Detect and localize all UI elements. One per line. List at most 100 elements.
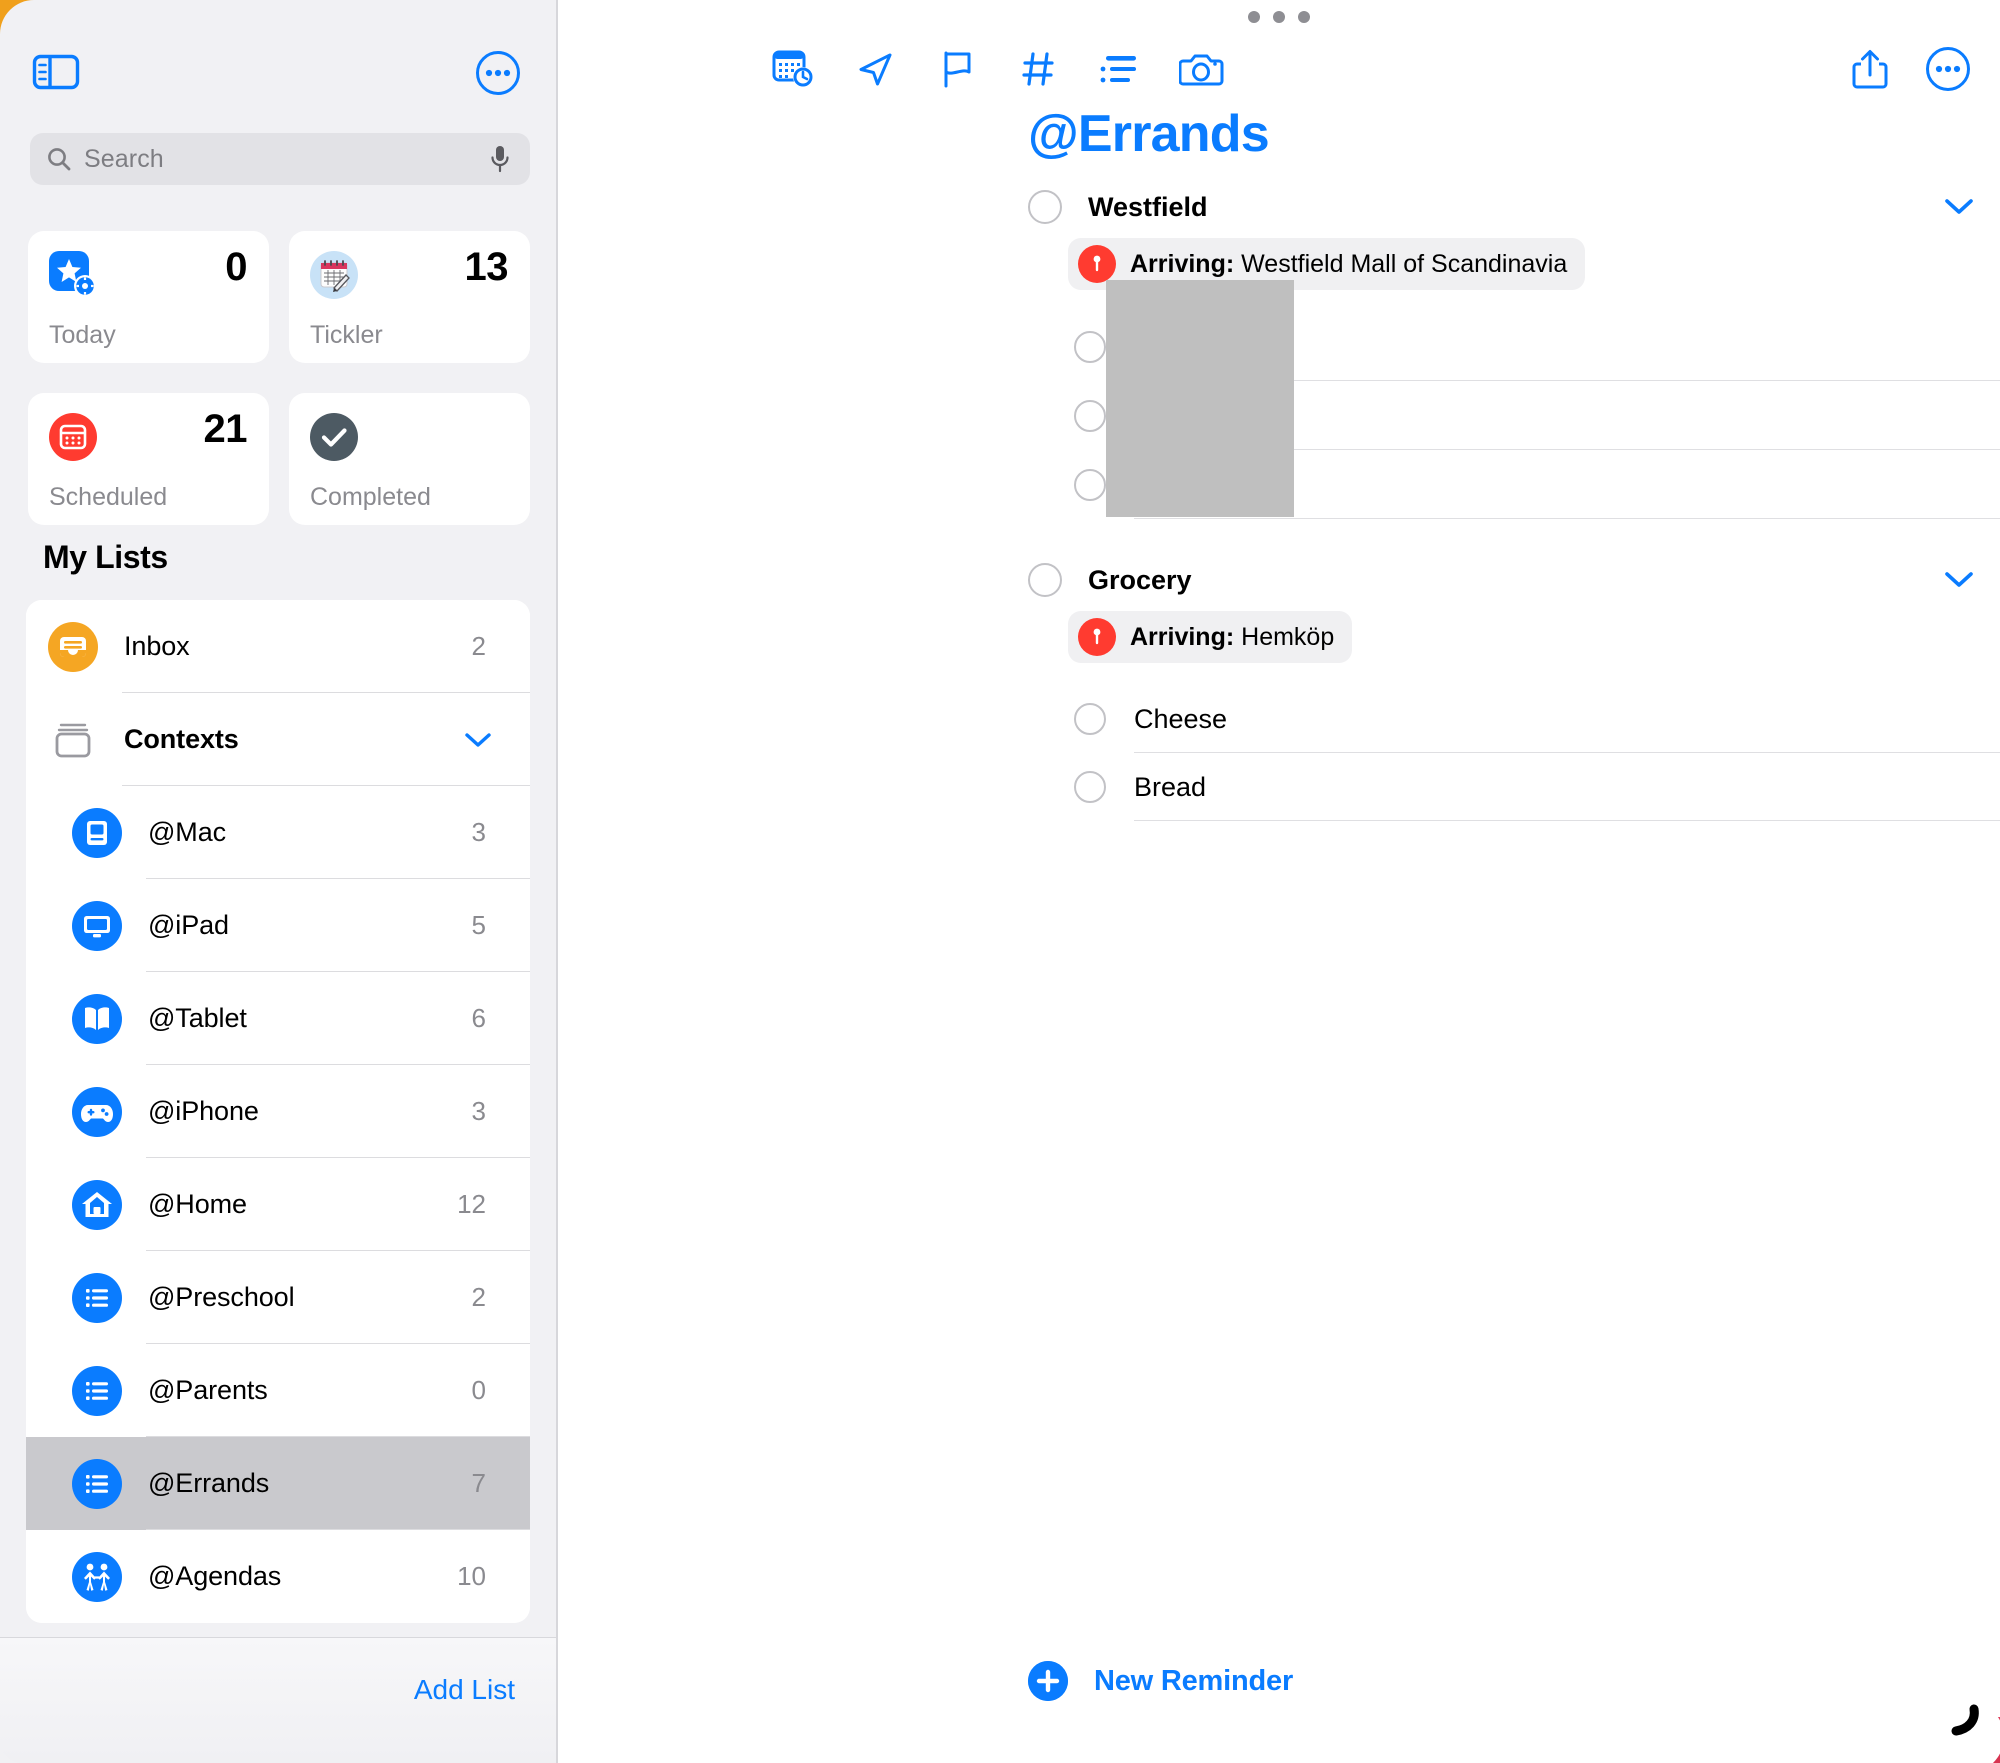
- list-bullet-icon: [72, 1458, 122, 1509]
- sidebar-list-item-count: 0: [471, 1375, 486, 1405]
- indent-list-icon[interactable]: [1094, 43, 1146, 95]
- hashtag-icon[interactable]: [1013, 43, 1065, 95]
- reminder-checkbox[interactable]: [1074, 771, 1106, 803]
- calendar-clock-icon[interactable]: [768, 43, 820, 95]
- drag-handle-dots[interactable]: [1248, 11, 1310, 23]
- reminder-group: Westfield Arriving: Westfield Mall of Sca…: [558, 176, 2000, 549]
- smart-list-label: Scheduled: [49, 483, 168, 511]
- smart-lists-grid: 0 Today 13 Tickler 21 Scheduled Complete…: [28, 231, 530, 525]
- location-reminder-text: Arriving: Westfield Mall of Scandinavia: [1130, 250, 1567, 279]
- sidebar-list-item-count: 2: [471, 1282, 486, 1312]
- chevron-down-icon[interactable]: [464, 731, 492, 749]
- sidebar-topbar: [0, 50, 557, 112]
- smart-list-count: 21: [203, 407, 248, 451]
- main-toolbar: [558, 40, 2000, 98]
- sidebar-list-item-count: 3: [471, 1096, 486, 1126]
- sidebar-list-item-contexts[interactable]: Contexts: [26, 693, 530, 786]
- reminder-checkbox[interactable]: [1028, 563, 1062, 597]
- location-reminder-badge[interactable]: Arriving: Hemköp: [1068, 611, 1353, 663]
- reminder-checkbox[interactable]: [1074, 703, 1106, 735]
- microphone-icon[interactable]: [488, 144, 512, 174]
- sidebar-list-item-errands[interactable]: @Errands 7: [26, 1437, 530, 1530]
- sidebar-list-item-iphone[interactable]: @iPhone 3: [26, 1065, 530, 1158]
- flag-icon[interactable]: [931, 43, 983, 95]
- smart-list-completed[interactable]: Completed: [289, 393, 530, 525]
- new-reminder-label: New Reminder: [1094, 1664, 1294, 1697]
- star-gear-icon: [49, 251, 97, 299]
- sidebar-footer: Add List: [0, 1637, 557, 1763]
- sidebar-list-item-home[interactable]: @Home 12: [26, 1158, 530, 1251]
- smart-list-label: Completed: [310, 483, 431, 511]
- location-prefix: Arriving:: [1130, 622, 1235, 651]
- reminder-items: [558, 280, 2000, 519]
- reminder-checkbox[interactable]: [1074, 399, 1106, 432]
- row-separator: [1134, 820, 2000, 821]
- sidebar-list-item-ipad[interactable]: @iPad 5: [26, 879, 530, 972]
- sidebar-list-item-inbox[interactable]: Inbox 2: [26, 600, 530, 693]
- calendar-note-icon: [310, 251, 358, 299]
- add-list-button[interactable]: Add List: [414, 1674, 515, 1706]
- camera-icon[interactable]: [1176, 43, 1228, 95]
- desktop-computer-icon: [72, 807, 122, 858]
- reminder-checkbox[interactable]: [1074, 330, 1106, 363]
- reminder-item-label: Bread: [1134, 771, 1207, 802]
- smart-list-count: 13: [464, 245, 509, 289]
- group-gap: [558, 519, 2000, 549]
- main-panel: @Errands Westfield Arriving: Westfield Ma…: [558, 0, 2000, 1763]
- reminder-checkbox[interactable]: [1074, 468, 1106, 501]
- chevron-down-icon[interactable]: [1944, 197, 1974, 217]
- page-title: @Errands: [1028, 105, 1270, 163]
- sidebar-list-item-tablet[interactable]: @Tablet 6: [26, 972, 530, 1065]
- location-arrow-icon[interactable]: [850, 43, 902, 95]
- reminder-item[interactable]: Bread: [558, 753, 2000, 821]
- reminder-group-title: Westfield: [1088, 191, 1208, 222]
- reminder-item-label: Cheese: [1134, 703, 1228, 734]
- sidebar-list-item-count: 3: [471, 817, 486, 847]
- main-more-circle-icon[interactable]: [1922, 43, 1974, 95]
- sidebar-list-item-label: Contexts: [124, 724, 239, 754]
- location-value: Hemköp: [1241, 622, 1335, 651]
- sidebar-list-item-preschool[interactable]: @Preschool 2: [26, 1251, 530, 1344]
- my-lists-heading: My Lists: [43, 539, 168, 575]
- reminder-item[interactable]: Cheese: [558, 685, 2000, 753]
- checkmark-icon: [310, 413, 358, 461]
- sidebar-list-item-label: @Home: [148, 1189, 247, 1219]
- my-lists-container: Inbox 2 Contexts @Mac 3 @iPad 5 @Tablet 6 @iPhone…: [26, 600, 530, 1623]
- sidebar-list-item-parents[interactable]: @Parents 0: [26, 1344, 530, 1437]
- smart-list-tickler[interactable]: 13 Tickler: [289, 231, 530, 363]
- row-separator: [1134, 518, 2000, 519]
- app-window: Search 0 Today 13 Tickler 21 Scheduled C…: [0, 0, 2000, 1763]
- smart-list-count: 0: [225, 245, 247, 289]
- reminder-checkbox[interactable]: [1028, 190, 1062, 224]
- plus-circle-icon: [1028, 1661, 1068, 1701]
- book-icon: [72, 993, 122, 1044]
- house-icon: [72, 1179, 122, 1230]
- sidebar-toggle-icon[interactable]: [32, 52, 80, 92]
- location-reminder-text: Arriving: Hemköp: [1130, 623, 1334, 652]
- sidebar-divider[interactable]: [556, 0, 558, 1763]
- chevron-down-icon[interactable]: [1944, 570, 1974, 590]
- search-input[interactable]: Search: [30, 133, 530, 185]
- reminder-items: Cheese Bread: [558, 685, 2000, 821]
- monitor-icon: [72, 900, 122, 951]
- smart-list-label: Today: [49, 321, 116, 349]
- location-pin-icon: [1078, 245, 1116, 283]
- sidebar: Search 0 Today 13 Tickler 21 Scheduled C…: [0, 0, 557, 1763]
- sidebar-more-circle-icon[interactable]: [475, 50, 521, 96]
- sidebar-list-item-count: 5: [471, 910, 486, 940]
- smart-list-today[interactable]: 0 Today: [28, 231, 269, 363]
- sidebar-list-item-agendas[interactable]: @Agendas 10: [26, 1530, 530, 1623]
- list-bullet-icon: [72, 1365, 122, 1416]
- toolbar-actions-right: [1844, 40, 1974, 98]
- redacted-content-block: [1106, 280, 1294, 517]
- search-icon: [46, 146, 72, 172]
- sidebar-list-item-mac[interactable]: @Mac 3: [26, 786, 530, 879]
- sidebar-list-item-count: 10: [457, 1561, 486, 1591]
- share-icon[interactable]: [1844, 43, 1896, 95]
- new-reminder-button[interactable]: New Reminder: [1028, 1661, 1293, 1701]
- inbox-tray-icon: [48, 621, 98, 672]
- location-pin-icon: [1078, 618, 1116, 656]
- sidebar-list-item-label: @Tablet: [148, 1003, 247, 1033]
- location-prefix: Arriving:: [1130, 249, 1235, 278]
- smart-list-scheduled[interactable]: 21 Scheduled: [28, 393, 269, 525]
